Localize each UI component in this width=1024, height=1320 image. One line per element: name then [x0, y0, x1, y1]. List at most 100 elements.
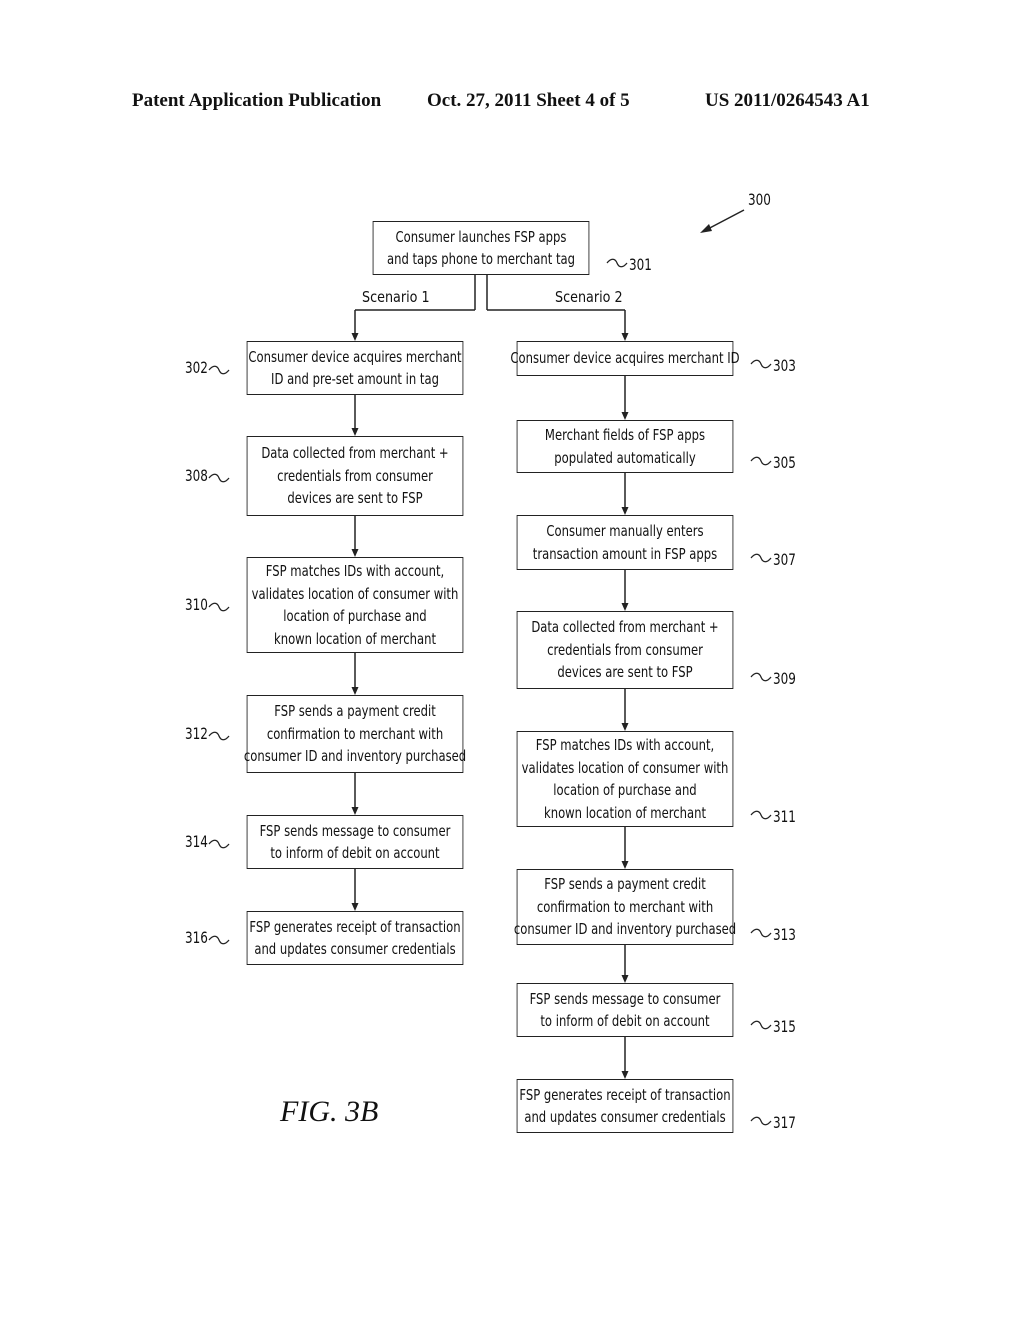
- box-text-line: devices are sent to FSP: [557, 663, 693, 682]
- box-text-line: known location of merchant: [273, 629, 437, 648]
- leader-line: [750, 810, 772, 820]
- box-text-line: and taps phone to merchant tag: [386, 250, 576, 268]
- box-text-line: FSP matches IDs with account,: [535, 736, 715, 754]
- arrowhead-icon: [621, 412, 629, 420]
- box-text-line: FSP matches IDs with account,: [265, 562, 445, 580]
- reference-number-310: 310: [185, 595, 208, 614]
- reference-number-308: 308: [185, 466, 208, 485]
- flowchart-connectors: [208, 209, 772, 1126]
- arrowhead-icon: [351, 549, 359, 557]
- box-text-line: to inform of debit on account: [270, 844, 440, 862]
- box-text-line: FSP sends message to consumer: [529, 989, 721, 1008]
- arrowhead-icon: [621, 861, 629, 869]
- step-box-313: FSP sends a payment credit confirmation t…: [513, 869, 737, 945]
- box-text-line: populated automatically: [554, 448, 696, 467]
- step-box-305: Merchant fields of FSP apps populated aut…: [516, 420, 734, 473]
- box-text-line: FSP generates receipt of transaction: [519, 1085, 731, 1104]
- box-text-line: location of purchase and: [553, 781, 697, 799]
- leader-line: [750, 359, 772, 369]
- box-text-line: Consumer device acquires merchant ID: [510, 349, 740, 368]
- reference-number-305: 305: [773, 453, 796, 472]
- step-box-316: FSP generates receipt of transaction and …: [246, 911, 464, 965]
- step-box-303: Consumer device acquires merchant ID: [510, 341, 740, 376]
- reference-number-307: 307: [773, 550, 796, 569]
- box-text-line: FSP sends message to consumer: [259, 821, 451, 840]
- box-text-line: Merchant fields of FSP apps: [544, 426, 706, 444]
- box-text-line: ID and pre-set amount in tag: [271, 370, 439, 388]
- leader-line: [208, 731, 230, 741]
- reference-number-314: 314: [185, 832, 208, 851]
- arrowhead-icon: [351, 903, 359, 911]
- box-text-line: Consumer manually enters: [546, 522, 704, 540]
- box-text-line: transaction amount in FSP apps: [532, 544, 718, 563]
- branch-label-scenario-1: Scenario 1: [362, 288, 430, 306]
- box-text-line: confirmation to merchant with: [536, 897, 714, 916]
- box-text-line: confirmation to merchant with: [266, 724, 444, 743]
- box-text-line: and updates consumer credentials: [254, 940, 456, 958]
- leader-line: [750, 672, 772, 682]
- step-box-317: FSP generates receipt of transaction and …: [516, 1079, 734, 1133]
- arrowhead-icon: [621, 1071, 629, 1079]
- reference-number-302: 302: [185, 358, 208, 377]
- diagram-reference-number: 300: [748, 190, 771, 209]
- box-text-line: Data collected from merchant +: [531, 618, 719, 637]
- leader-line: [208, 839, 230, 849]
- leader-line: [750, 553, 772, 563]
- reference-number-303: 303: [773, 356, 796, 375]
- arrowhead-icon: [621, 723, 629, 731]
- box-text-line: Consumer launches FSP apps: [395, 227, 567, 246]
- leader-line: [750, 1020, 772, 1030]
- reference-number-311: 311: [773, 807, 796, 826]
- arrowhead-icon: [351, 333, 359, 341]
- box-text-line: devices are sent to FSP: [287, 489, 423, 508]
- arrowhead-icon: [621, 603, 629, 611]
- leader-line: [750, 1116, 772, 1126]
- box-text-line: validates location of consumer with: [521, 758, 729, 777]
- arrowhead-icon: [351, 428, 359, 436]
- reference-number-309: 309: [773, 669, 796, 688]
- step-box-301: Consumer launches FSP apps and taps phone…: [372, 221, 590, 275]
- arrowhead-icon: [351, 807, 359, 815]
- arrowhead-icon: [621, 333, 629, 341]
- step-box-314: FSP sends message to consumer to inform o…: [246, 815, 464, 869]
- leader-line: [750, 456, 772, 466]
- box-text-line: location of purchase and: [283, 607, 427, 625]
- arrowhead-icon: [700, 224, 712, 233]
- step-box-311: FSP matches IDs with account, validates l…: [516, 731, 734, 827]
- box-text-line: validates location of consumer with: [251, 584, 459, 603]
- step-box-312: FSP sends a payment credit confirmation t…: [243, 695, 467, 773]
- step-box-307: Consumer manually enters transaction amou…: [516, 515, 734, 570]
- step-box-302: Consumer device acquires merchant ID and …: [246, 341, 464, 395]
- box-text-line: Data collected from merchant +: [261, 444, 449, 463]
- leader-line: [750, 928, 772, 938]
- leader-line: [208, 365, 230, 375]
- box-text-line: to inform of debit on account: [540, 1012, 710, 1030]
- leader-line: [208, 935, 230, 945]
- box-text-line: consumer ID and inventory purchased: [513, 920, 737, 939]
- figure-label: FIG. 3B: [280, 1095, 379, 1128]
- arrowhead-icon: [621, 507, 629, 515]
- reference-number-317: 317: [773, 1113, 796, 1132]
- leader-line: [606, 258, 628, 268]
- reference-number-313: 313: [773, 925, 796, 944]
- box-text-line: Consumer device acquires merchant: [248, 347, 462, 366]
- step-box-315: FSP sends message to consumer to inform o…: [516, 983, 734, 1037]
- reference-number-312: 312: [185, 724, 208, 743]
- box-text-line: consumer ID and inventory purchased: [243, 747, 467, 766]
- box-text-line: credentials from consumer: [277, 466, 433, 485]
- reference-number-316: 316: [185, 928, 208, 947]
- step-box-310: FSP matches IDs with account, validates l…: [246, 557, 464, 653]
- box-text-line: FSP sends a payment credit: [544, 875, 706, 894]
- branch-label-scenario-2: Scenario 2: [555, 288, 623, 306]
- leader-line: [208, 473, 230, 483]
- reference-number-301: 301: [629, 255, 652, 274]
- leader-line: [208, 602, 230, 612]
- reference-number-315: 315: [773, 1017, 796, 1036]
- box-text-line: FSP generates receipt of transaction: [249, 917, 461, 936]
- box-text-line: known location of merchant: [543, 803, 707, 822]
- step-box-308: Data collected from merchant + credential…: [246, 436, 464, 516]
- arrowhead-icon: [621, 975, 629, 983]
- box-text-line: credentials from consumer: [547, 640, 703, 659]
- box-text-line: FSP sends a payment credit: [274, 702, 436, 721]
- step-box-309: Data collected from merchant + credential…: [516, 611, 734, 689]
